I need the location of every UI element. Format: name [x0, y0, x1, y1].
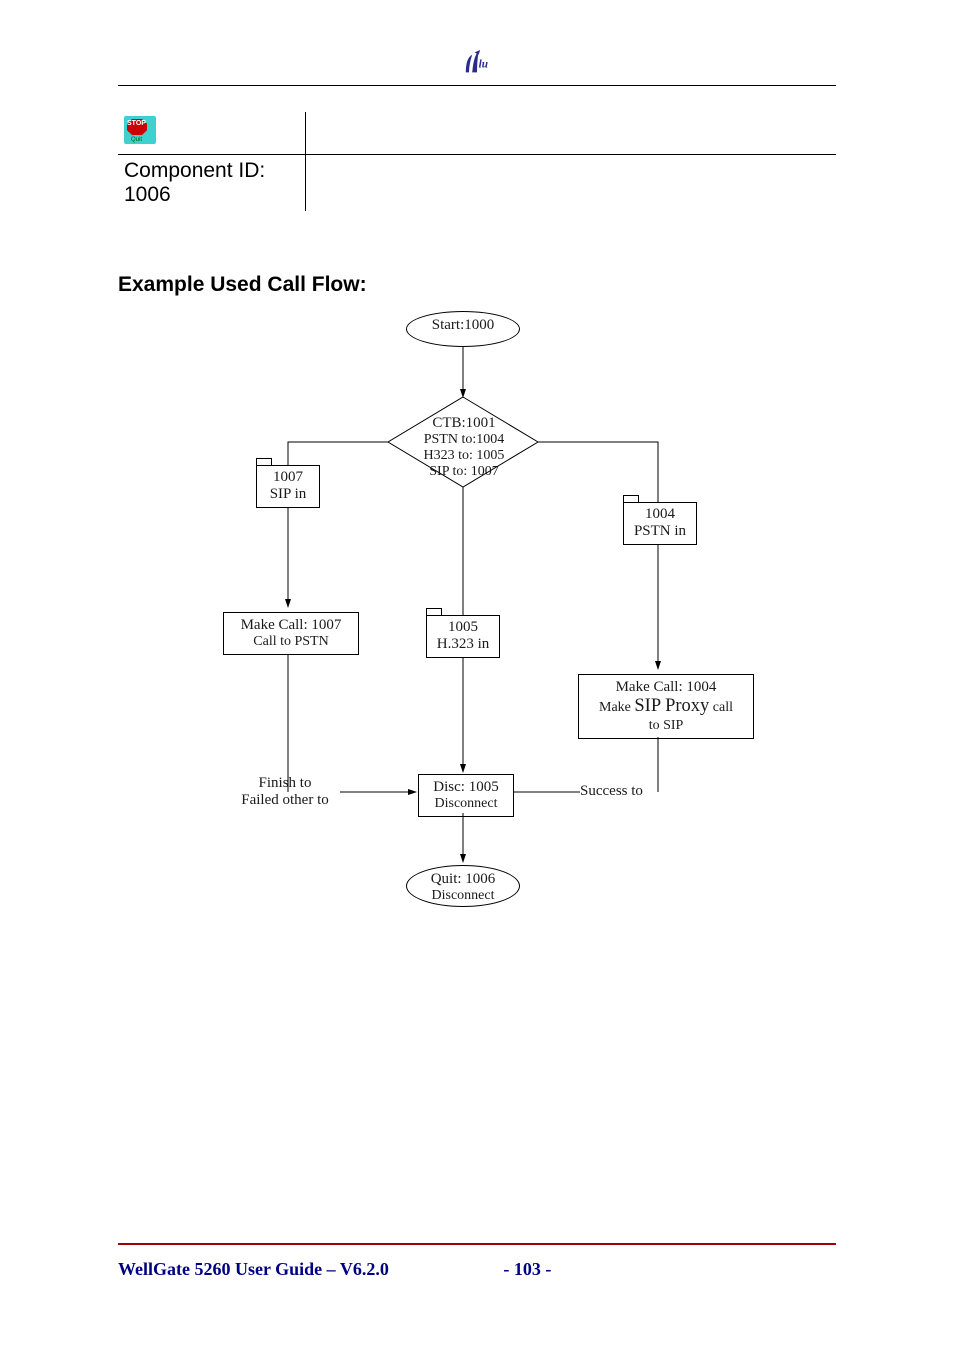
footer-page-number: - 103 - — [503, 1259, 551, 1280]
flow-start: Start:1000 — [406, 311, 520, 347]
flow-pstn-in: 1004 PSTN in — [623, 502, 697, 545]
flow-success-label: Success to — [580, 783, 666, 800]
flow-make-call-1007: Make Call: 1007 Call to PSTN — [223, 612, 359, 655]
flow-sip-in: 1007 SIP in — [256, 465, 320, 508]
footer-doc-title: WellGate 5260 User Guide – V6.2.0 — [118, 1259, 389, 1279]
flow-ctb: CTB:1001 PSTN to:1004 H323 to: 1005 SIP … — [416, 415, 512, 481]
svg-text:lu: lu — [479, 59, 488, 71]
header-logo: lu — [118, 50, 836, 85]
component-table: STOP Quit Component ID: 1006 — [118, 112, 836, 211]
flow-h323-in: 1005 H.323 in — [426, 615, 500, 658]
flowchart: Start:1000 CTB:1001 PSTN to:1004 H323 to… — [168, 297, 808, 937]
flow-quit: Quit: 1006 Disconnect — [406, 865, 520, 907]
flow-make-call-1004: Make Call: 1004 Make SIP Proxy call to S… — [578, 674, 754, 739]
flow-finish-failed-label: Finish to Failed other to — [230, 775, 340, 810]
flow-disc: Disc: 1005 Disconnect — [418, 774, 514, 817]
page-footer: WellGate 5260 User Guide – V6.2.0 - 103 … — [118, 1235, 836, 1280]
header-divider — [118, 85, 836, 86]
section-heading: Example Used Call Flow: — [118, 273, 836, 297]
stop-quit-icon: STOP Quit — [124, 116, 156, 144]
component-id-cell: Component ID: 1006 — [118, 155, 306, 212]
